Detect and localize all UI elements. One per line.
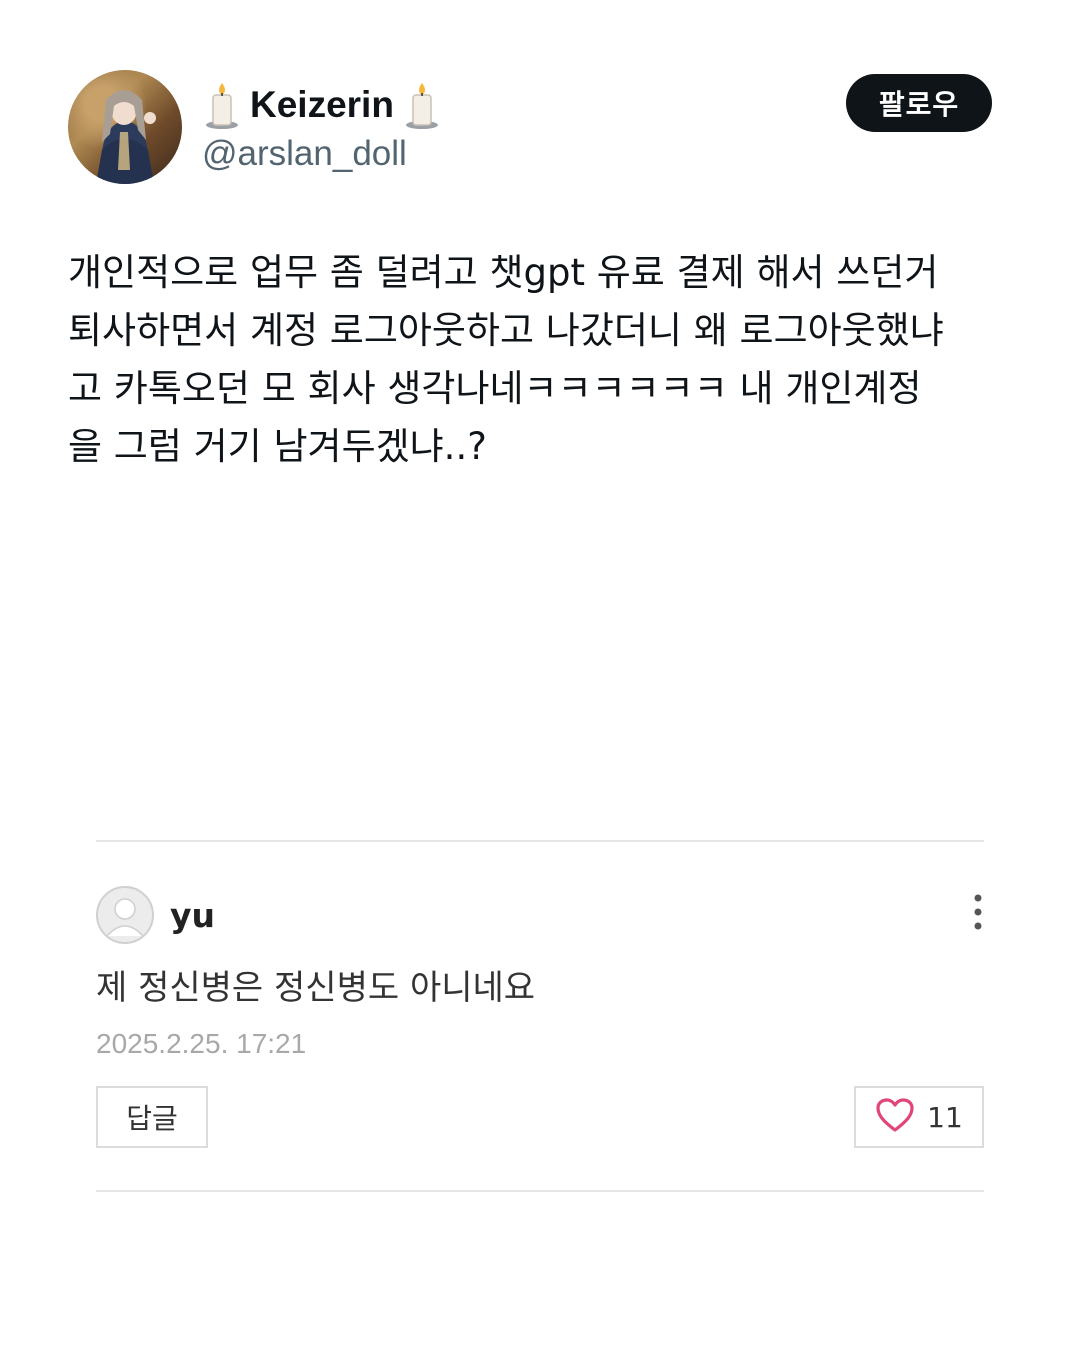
tweet-text: 개인적으로 업무 좀 덜려고 챗gpt 유료 결제 해서 쓰던거 퇴사하면서 계… <box>68 251 944 468</box>
heart-icon <box>875 1097 915 1137</box>
follow-button[interactable]: 팔로우 <box>846 74 992 132</box>
display-name[interactable]: Keizerin <box>250 84 394 126</box>
bottom-divider <box>96 1190 984 1192</box>
user-handle[interactable]: @arslan_doll <box>202 134 442 174</box>
candle-icon <box>402 81 442 129</box>
comment-header: yu <box>96 886 215 944</box>
comment-text: 제 정신병은 정신병도 아니네요 <box>96 968 536 1008</box>
tweet-header: Keizerin @arslan_doll 팔로우 <box>68 70 992 186</box>
like-button[interactable]: 11 <box>854 1086 984 1148</box>
top-divider <box>96 840 984 842</box>
comment-author[interactable]: yu <box>170 896 215 935</box>
default-avatar-icon[interactable] <box>96 886 154 944</box>
like-count: 11 <box>927 1100 963 1134</box>
more-vertical-icon[interactable] <box>972 892 984 932</box>
user-names: Keizerin @arslan_doll <box>202 80 442 174</box>
reply-button[interactable]: 답글 <box>96 1086 208 1148</box>
display-name-row: Keizerin <box>202 80 442 130</box>
candle-icon <box>202 81 242 129</box>
comment-card: yu 제 정신병은 정신병도 아니네요 2025.2.25. 17:21 답글 … <box>96 840 984 1192</box>
comment-date: 2025.2.25. 17:21 <box>96 1028 307 1059</box>
user-avatar[interactable] <box>68 70 182 184</box>
